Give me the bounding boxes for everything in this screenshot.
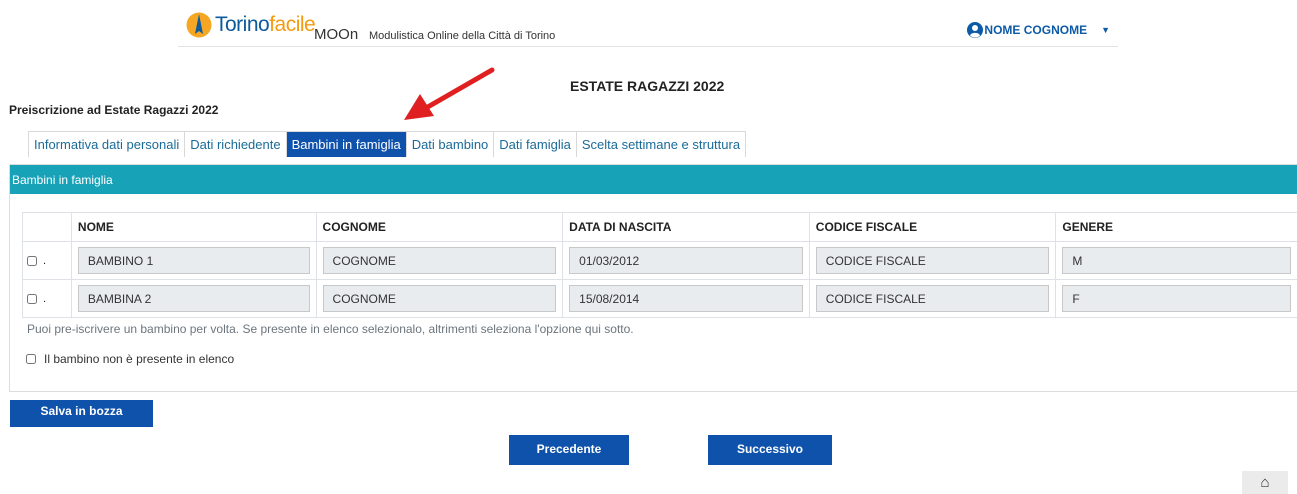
column-header-nome: NOME [70,212,317,242]
tab-dati-famiglia[interactable]: Dati famiglia [494,132,577,157]
logo-text-torino: Torino [215,13,270,36]
tab-bambini-in-famiglia[interactable]: Bambini in famiglia [286,132,407,157]
data-nascita-field: 15/08/2014 [569,285,803,312]
genere-field: M [1062,247,1291,274]
table-row: . BAMBINA 2 COGNOME 15/08/2014 CODICE FI… [22,279,1297,318]
torinofacile-logo[interactable]: Torinofacile [186,12,316,38]
user-menu[interactable]: NOME COGNOME ▼ [967,22,1110,38]
save-draft-button[interactable]: Salva in bozza [10,400,153,427]
select-column-header [22,212,72,242]
previous-button[interactable]: Precedente [509,435,629,465]
column-header-cognome: COGNOME [315,212,564,242]
app-name: MOOn [314,26,359,43]
row-select-checkbox[interactable] [27,293,37,304]
top-header: Torinofacile MOOn Modulistica Online del… [178,0,1118,47]
data-nascita-field: 01/03/2012 [569,247,803,274]
not-present-label: Il bambino non è presente in elenco [44,352,235,366]
annotation-arrow-icon [404,67,495,120]
not-present-option[interactable]: Il bambino non è presente in elenco [24,352,234,366]
table-header-row: NOME COGNOME DATA DI NASCITA CODICE FISC… [22,212,1297,242]
row-select-checkbox[interactable] [27,255,37,266]
logo-mark-icon [186,12,212,38]
table-row: . BAMBINO 1 COGNOME 01/03/2012 CODICE FI… [22,241,1297,280]
children-table: NOME COGNOME DATA DI NASCITA CODICE FISC… [22,212,1297,318]
panel-title: Bambini in famiglia [10,165,1297,194]
tab-dati-bambino[interactable]: Dati bambino [407,132,495,157]
not-present-checkbox[interactable] [26,354,36,364]
row-marker: . [43,292,47,305]
home-icon[interactable]: ⌂ [1242,471,1288,494]
tab-scelta-settimane-e-struttura[interactable]: Scelta settimane e struttura [577,132,745,157]
row-marker: . [43,254,47,267]
genere-field: F [1062,285,1291,312]
nome-field: BAMBINA 2 [77,285,310,312]
tab-dati-richiedente[interactable]: Dati richiedente [185,132,287,157]
form-title: Preiscrizione ad Estate Ragazzi 2022 [9,103,219,117]
page-title: ESTATE RAGAZZI 2022 [570,78,725,94]
logo-text-facile: facile [269,13,316,36]
tab-informativa-dati-personali[interactable]: Informativa dati personali [29,132,186,157]
column-header-codice-fiscale: CODICE FISCALE [808,212,1057,242]
form-tabs: Informativa dati personali Dati richiede… [28,131,747,157]
column-header-data-di-nascita: DATA DI NASCITA [562,212,810,242]
help-text: Puoi pre-iscrivere un bambino per volta.… [27,322,634,336]
chevron-down-icon[interactable]: ▼ [1101,25,1110,35]
nome-field: BAMBINO 1 [77,247,310,274]
children-panel: Bambini in famiglia NOME COGNOME DATA DI… [9,164,1297,392]
cognome-field: COGNOME [322,285,557,312]
codice-fiscale-field: CODICE FISCALE [815,247,1050,274]
user-avatar-icon [967,22,984,38]
user-name: NOME COGNOME [984,23,1088,37]
codice-fiscale-field: CODICE FISCALE [815,285,1050,312]
app-subtitle: Modulistica Online della Città di Torino [369,30,556,42]
cognome-field: COGNOME [322,247,557,274]
next-button[interactable]: Successivo [708,435,832,465]
column-header-genere: GENERE [1055,212,1297,242]
